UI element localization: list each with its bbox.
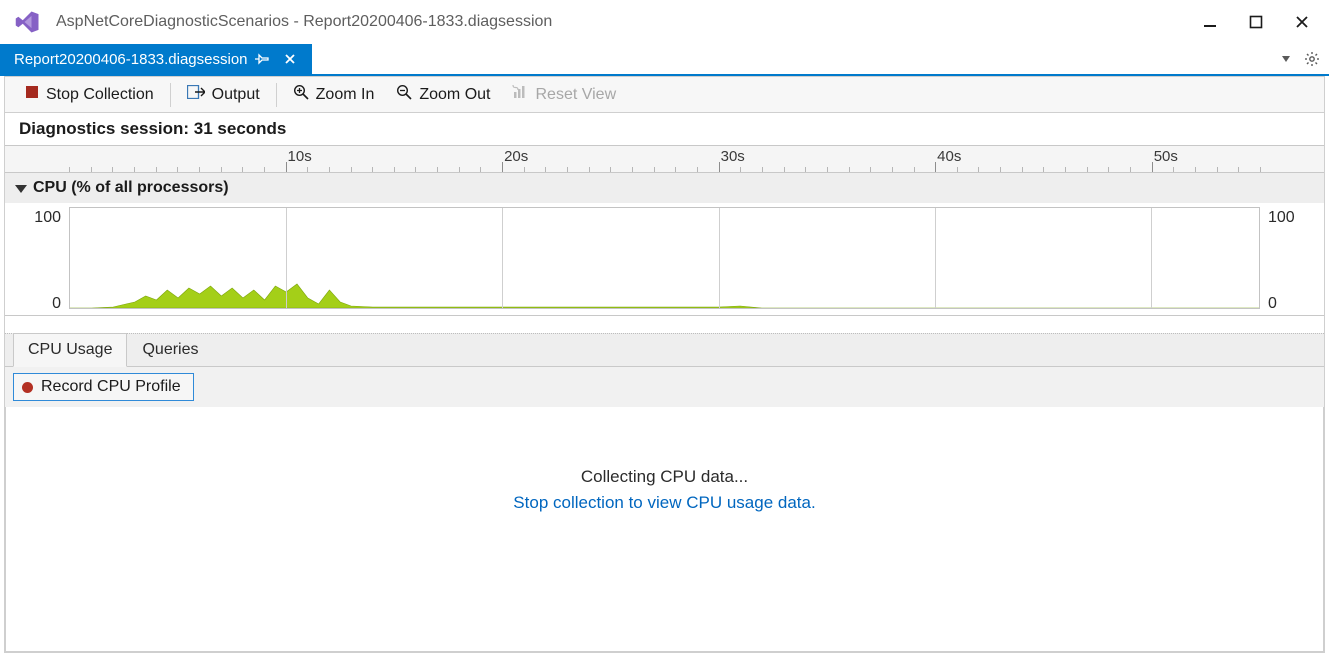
timeline-ruler[interactable]: 10s 20s 30s 40s 50s — [5, 145, 1324, 173]
tab-cpu-usage-label: CPU Usage — [28, 341, 112, 358]
output-button[interactable]: Output — [177, 80, 270, 110]
stop-icon — [25, 85, 39, 104]
cpu-usage-toolbar: Record CPU Profile — [5, 367, 1324, 407]
reset-view-button: Reset View — [502, 80, 626, 110]
close-window-button[interactable] — [1279, 7, 1325, 37]
collapse-icon — [15, 185, 27, 193]
profiler-toolbar: Stop Collection Output Zoom In Zoom Out … — [5, 77, 1324, 113]
y-min-left: 0 — [52, 295, 61, 313]
tab-queries[interactable]: Queries — [127, 333, 213, 367]
visual-studio-logo-icon — [14, 8, 42, 36]
stop-collection-hint-link[interactable]: Stop collection to view CPU usage data. — [513, 493, 815, 513]
session-duration-label: Diagnostics session: 31 seconds — [5, 113, 1324, 145]
pin-tab-icon[interactable] — [248, 52, 276, 66]
reset-view-icon — [512, 84, 528, 105]
toolbar-settings-gear-icon[interactable] — [1301, 48, 1323, 70]
detail-tabs: CPU Usage Queries — [5, 333, 1324, 367]
output-icon — [187, 85, 205, 104]
zoom-in-label: Zoom In — [316, 86, 375, 104]
ruler-label: 20s — [504, 148, 528, 165]
cpu-chart: 100 0 100 0 — [5, 203, 1324, 315]
titlebar: AspNetCoreDiagnosticScenarios - Report20… — [0, 0, 1329, 44]
y-max-left: 100 — [34, 209, 61, 227]
window-title: AspNetCoreDiagnosticScenarios - Report20… — [56, 13, 552, 31]
y-min-right: 0 — [1268, 295, 1318, 313]
ruler-label: 10s — [288, 148, 312, 165]
active-files-dropdown-icon[interactable] — [1275, 48, 1297, 70]
chart-header[interactable]: CPU (% of all processors) — [5, 173, 1324, 203]
y-axis-right: 100 0 — [1262, 203, 1324, 315]
record-cpu-profile-label: Record CPU Profile — [41, 378, 181, 396]
ruler-label: 30s — [721, 148, 745, 165]
collecting-status-text: Collecting CPU data... — [581, 467, 748, 487]
zoom-in-button[interactable]: Zoom In — [283, 80, 385, 110]
tab-queries-label: Queries — [142, 341, 198, 358]
record-icon — [22, 382, 33, 393]
chart-title: CPU (% of all processors) — [33, 179, 229, 197]
cpu-usage-content: Collecting CPU data... Stop collection t… — [5, 407, 1324, 652]
close-tab-icon[interactable] — [276, 53, 304, 65]
y-max-right: 100 — [1268, 209, 1318, 227]
stop-collection-button[interactable]: Stop Collection — [15, 80, 164, 110]
maximize-button[interactable] — [1233, 7, 1279, 37]
zoom-in-icon — [293, 84, 309, 105]
ruler-label: 50s — [1154, 148, 1178, 165]
ruler-label: 40s — [937, 148, 961, 165]
zoom-out-label: Zoom Out — [419, 86, 490, 104]
tab-cpu-usage[interactable]: CPU Usage — [13, 333, 127, 367]
chart-plot-area[interactable] — [69, 207, 1260, 309]
y-axis-left: 100 0 — [5, 203, 67, 315]
document-tab-active[interactable]: Report20200406-1833.diagsession — [0, 44, 312, 74]
zoom-out-button[interactable]: Zoom Out — [386, 80, 500, 110]
document-tab-title: Report20200406-1833.diagsession — [14, 51, 248, 68]
output-label: Output — [212, 86, 260, 104]
document-tab-strip: Report20200406-1833.diagsession — [0, 44, 1329, 76]
separator — [276, 83, 277, 107]
separator — [170, 83, 171, 107]
zoom-out-icon — [396, 84, 412, 105]
reset-view-label: Reset View — [535, 86, 616, 104]
minimize-button[interactable] — [1187, 7, 1233, 37]
record-cpu-profile-button[interactable]: Record CPU Profile — [13, 373, 194, 401]
stop-collection-label: Stop Collection — [46, 86, 154, 104]
